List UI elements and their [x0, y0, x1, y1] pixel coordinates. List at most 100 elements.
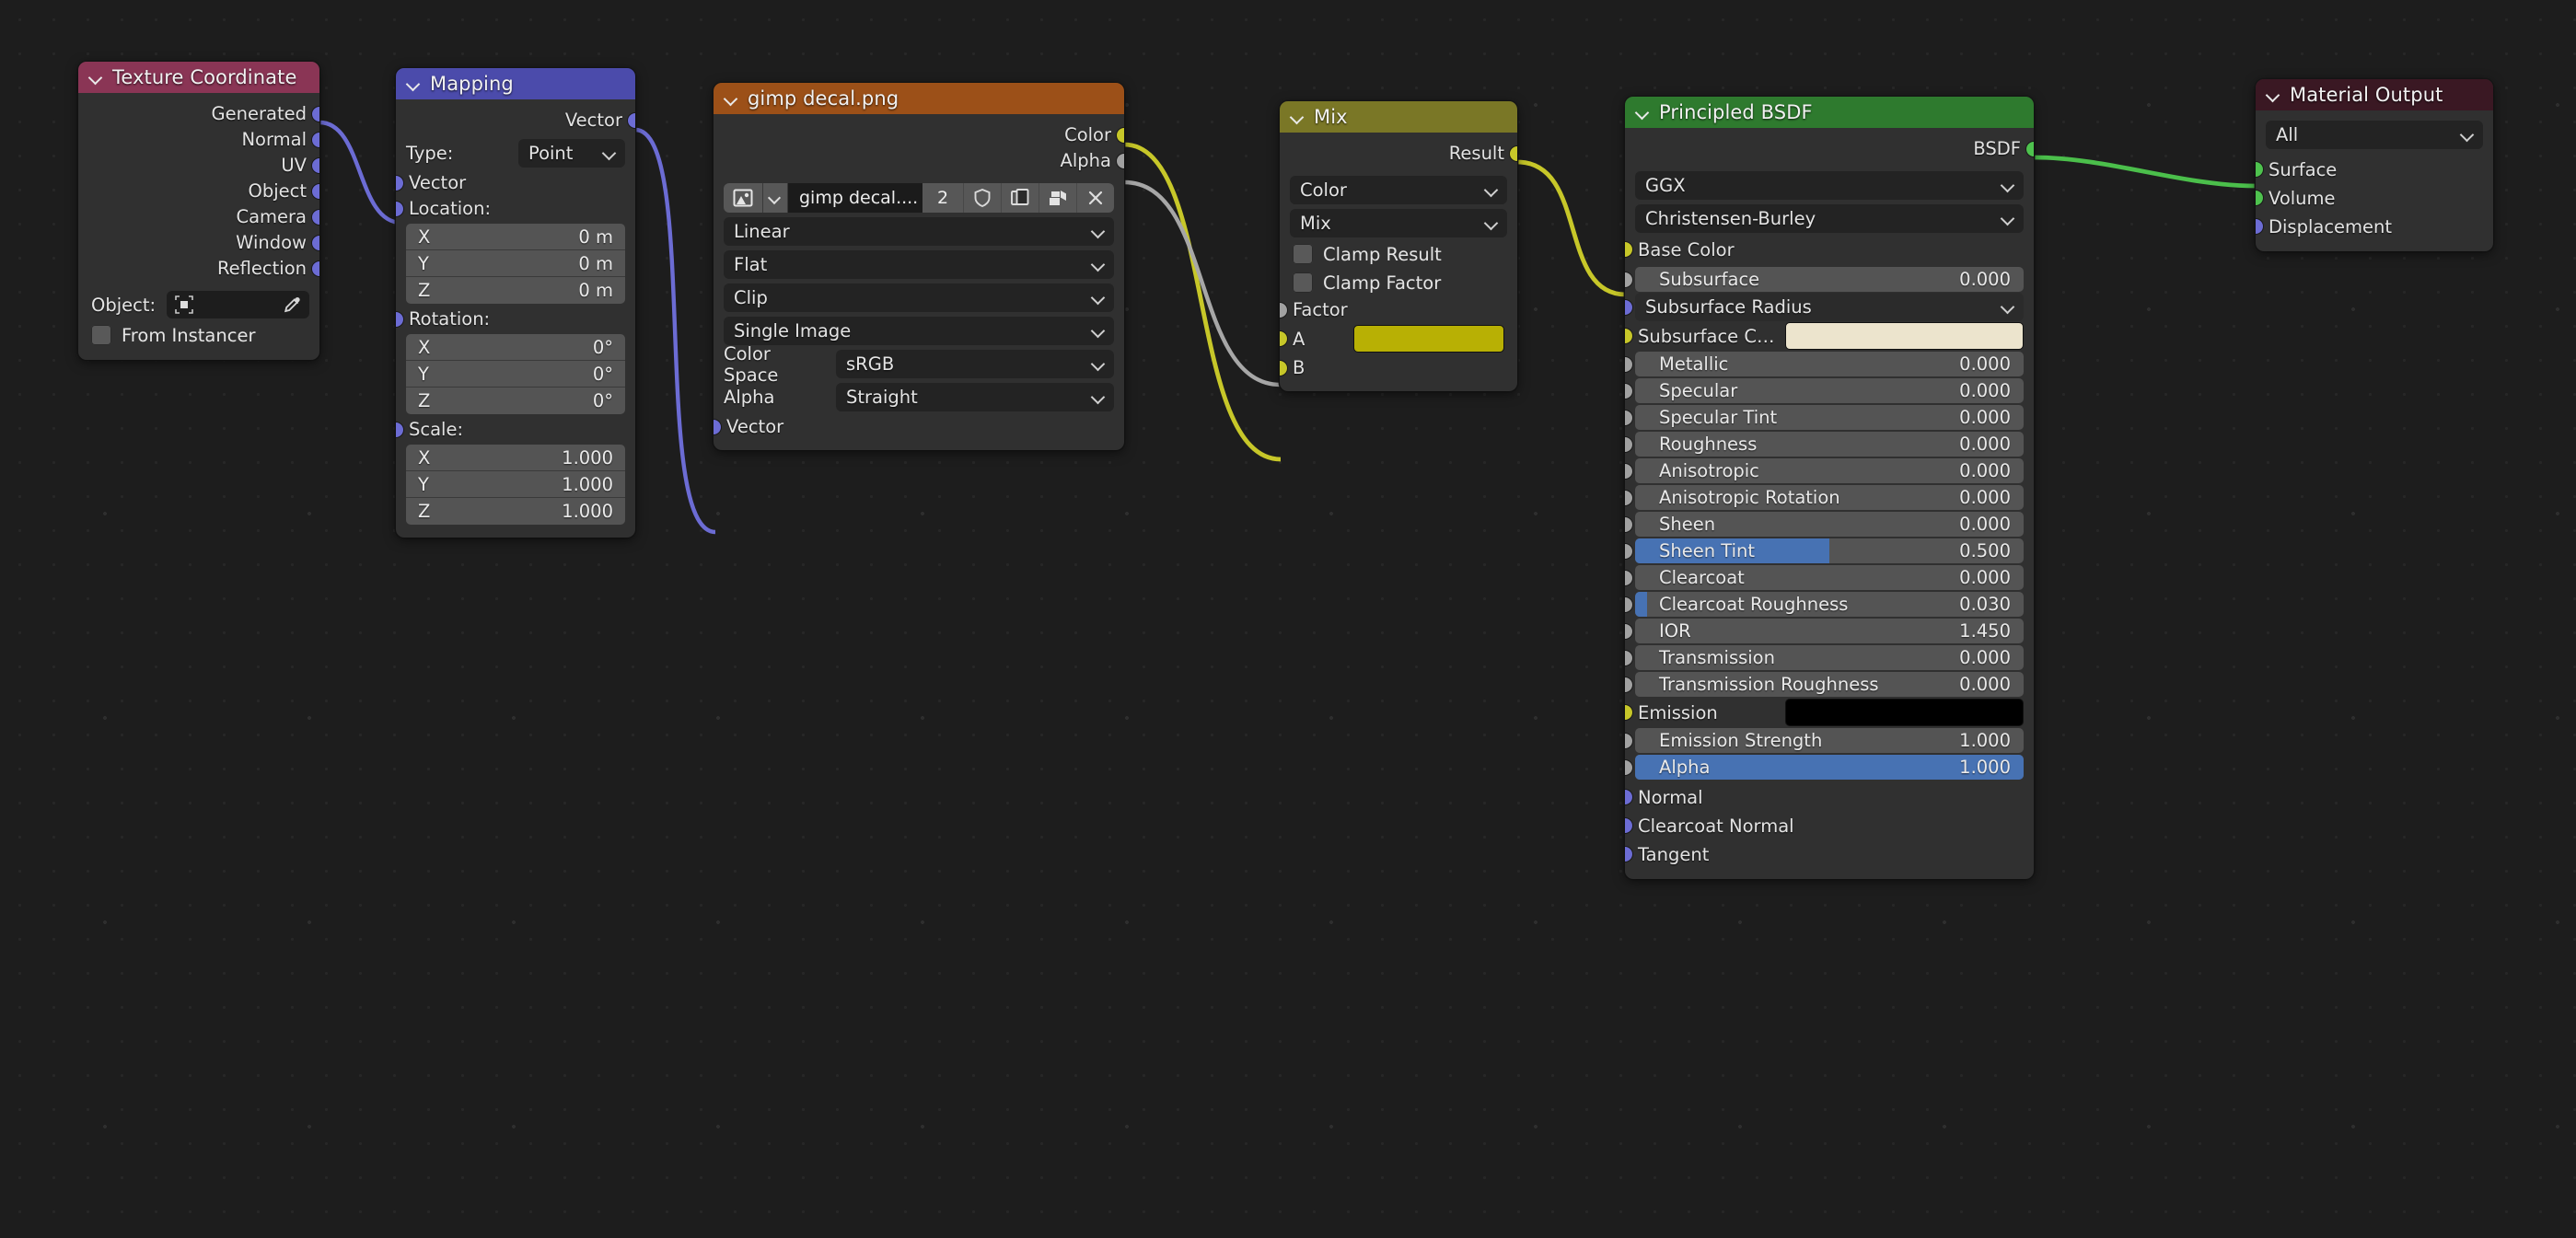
- alpha-dropdown[interactable]: Straight: [836, 383, 1114, 411]
- output-window[interactable]: Window: [78, 232, 319, 253]
- prop-clearcoat[interactable]: Clearcoat 0.000: [1625, 564, 2034, 591]
- socket-color[interactable]: [1116, 126, 1124, 144]
- subsurface-method-dropdown[interactable]: Christensen-Burley: [1635, 204, 2024, 233]
- object-id-field[interactable]: [167, 291, 309, 318]
- node-header-texture-coordinate[interactable]: Texture Coordinate: [78, 62, 319, 93]
- socket-scale[interactable]: [396, 421, 404, 438]
- socket-base-color[interactable]: [1625, 241, 1633, 258]
- fake-user-shield-icon[interactable]: [963, 183, 1001, 213]
- chevron-down-icon[interactable]: [725, 91, 739, 106]
- socket-factor[interactable]: [1280, 301, 1288, 318]
- location-fields[interactable]: X 0 m Y 0 m Z 0 m: [406, 224, 625, 304]
- socket-tangent[interactable]: [1625, 846, 1633, 862]
- prop-clearcoat-roughness[interactable]: Clearcoat Roughness 0.030: [1625, 591, 2034, 618]
- output-camera[interactable]: Camera: [78, 206, 319, 227]
- clamp-result-checkbox[interactable]: [1293, 244, 1313, 264]
- input-vector[interactable]: Vector: [396, 172, 635, 193]
- rotation-z[interactable]: Z 0°: [406, 388, 625, 414]
- clamp-factor-row[interactable]: Clamp Factor: [1280, 271, 1517, 295]
- socket-anisotropic-rotation[interactable]: [1625, 489, 1633, 506]
- prop-subsurface-color[interactable]: Subsurface C…: [1625, 321, 2034, 351]
- interpolation-dropdown[interactable]: Linear: [724, 217, 1114, 246]
- scale-x[interactable]: X 1.000: [406, 445, 625, 471]
- socket-specular[interactable]: [1625, 382, 1633, 399]
- node-principled-bsdf[interactable]: Principled BSDF BSDF GGX Christensen-Bur…: [1625, 97, 2034, 879]
- scale-fields[interactable]: X 1.000 Y 1.000 Z 1.000: [406, 445, 625, 525]
- rotation-x[interactable]: X 0°: [406, 334, 625, 361]
- socket-location[interactable]: [396, 200, 404, 217]
- location-y[interactable]: Y 0 m: [406, 250, 625, 277]
- type-dropdown[interactable]: Point: [518, 139, 625, 168]
- output-result[interactable]: Result: [1280, 143, 1517, 164]
- image-browse-chevron-icon[interactable]: [763, 183, 788, 213]
- socket-generated[interactable]: [311, 105, 319, 122]
- socket-emission[interactable]: [1625, 704, 1633, 721]
- clamp-result-row[interactable]: Clamp Result: [1280, 242, 1517, 266]
- socket-ior[interactable]: [1625, 622, 1633, 640]
- clamp-factor-checkbox[interactable]: [1293, 272, 1313, 293]
- chevron-down-icon[interactable]: [1636, 105, 1651, 120]
- chevron-down-icon[interactable]: [1291, 110, 1305, 124]
- mix-a-color-swatch[interactable]: [1353, 325, 1504, 353]
- prop-emission[interactable]: Emission: [1625, 698, 2034, 727]
- prop-transmission-roughness[interactable]: Transmission Roughness 0.000: [1625, 671, 2034, 698]
- output-generated[interactable]: Generated: [78, 103, 319, 124]
- input-base-color[interactable]: Base Color: [1625, 237, 2034, 261]
- prop-sheen[interactable]: Sheen 0.000: [1625, 511, 2034, 538]
- socket-sheen-tint[interactable]: [1625, 542, 1633, 560]
- prop-roughness[interactable]: Roughness 0.000: [1625, 431, 2034, 457]
- prop-metallic[interactable]: Metallic 0.000: [1625, 351, 2034, 377]
- type-row[interactable]: Type: Point: [396, 139, 635, 168]
- socket-b[interactable]: [1280, 359, 1288, 376]
- location-z[interactable]: Z 0 m: [406, 277, 625, 304]
- socket-result[interactable]: [1509, 145, 1517, 162]
- scale-y[interactable]: Y 1.000: [406, 471, 625, 498]
- socket-specular-tint[interactable]: [1625, 409, 1633, 426]
- image-users-count[interactable]: 2: [922, 183, 963, 213]
- prop-specular[interactable]: Specular 0.000: [1625, 377, 2034, 404]
- socket-anisotropic[interactable]: [1625, 462, 1633, 480]
- input-volume[interactable]: Volume: [2256, 186, 2493, 210]
- input-factor[interactable]: Factor: [1280, 299, 1517, 320]
- socket-alpha[interactable]: [1116, 152, 1124, 169]
- color-space-dropdown[interactable]: sRGB: [836, 350, 1114, 378]
- socket-surface[interactable]: [2256, 161, 2264, 178]
- node-header-image-texture[interactable]: gimp decal.png: [714, 83, 1124, 114]
- rotation-y[interactable]: Y 0°: [406, 361, 625, 388]
- socket-vector-in[interactable]: [714, 418, 722, 435]
- node-mix[interactable]: Mix Result Color Mix Clamp Result Clamp …: [1280, 101, 1517, 391]
- socket-normal[interactable]: [311, 131, 319, 148]
- output-uv[interactable]: UV: [78, 155, 319, 176]
- socket-alpha[interactable]: [1625, 758, 1633, 776]
- prop-anisotropic[interactable]: Anisotropic 0.000: [1625, 457, 2034, 484]
- node-header-mapping[interactable]: Mapping: [396, 68, 635, 99]
- socket-emission-strength[interactable]: [1625, 732, 1633, 749]
- socket-object[interactable]: [311, 182, 319, 200]
- output-bsdf[interactable]: BSDF: [1625, 138, 2034, 159]
- prop-transmission[interactable]: Transmission 0.000: [1625, 644, 2034, 671]
- socket-bsdf[interactable]: [2025, 140, 2034, 157]
- extension-dropdown[interactable]: Clip: [724, 283, 1114, 312]
- socket-window[interactable]: [311, 234, 319, 251]
- socket-roughness[interactable]: [1625, 435, 1633, 453]
- eyedropper-icon[interactable]: [282, 295, 302, 315]
- node-header-material-output[interactable]: Material Output: [2256, 79, 2493, 110]
- socket-a[interactable]: [1280, 330, 1288, 347]
- unlink-x-icon[interactable]: [1076, 183, 1114, 213]
- prop-sheen-tint[interactable]: Sheen Tint 0.500: [1625, 538, 2034, 564]
- output-reflection[interactable]: Reflection: [78, 258, 319, 279]
- socket-reflection[interactable]: [311, 260, 319, 277]
- node-editor-canvas[interactable]: Texture Coordinate Generated Normal UV O…: [0, 0, 2576, 1238]
- socket-clearcoat-normal[interactable]: [1625, 817, 1633, 834]
- alpha-row[interactable]: Alpha Straight: [714, 383, 1124, 411]
- subsurface-color-swatch[interactable]: [1785, 322, 2024, 350]
- input-b[interactable]: B: [1280, 357, 1517, 378]
- output-color[interactable]: Color: [714, 124, 1124, 145]
- rotation-fields[interactable]: X 0° Y 0° Z 0°: [406, 334, 625, 414]
- socket-volume[interactable]: [2256, 190, 2264, 206]
- node-mapping[interactable]: Mapping Vector Type: Point Vector Locati…: [396, 68, 635, 538]
- subsurface-radius-dropdown[interactable]: Subsurface Radius: [1635, 293, 2024, 321]
- socket-vector-in[interactable]: [396, 174, 404, 191]
- input-location[interactable]: Location:: [396, 198, 635, 219]
- socket-clearcoat[interactable]: [1625, 569, 1633, 586]
